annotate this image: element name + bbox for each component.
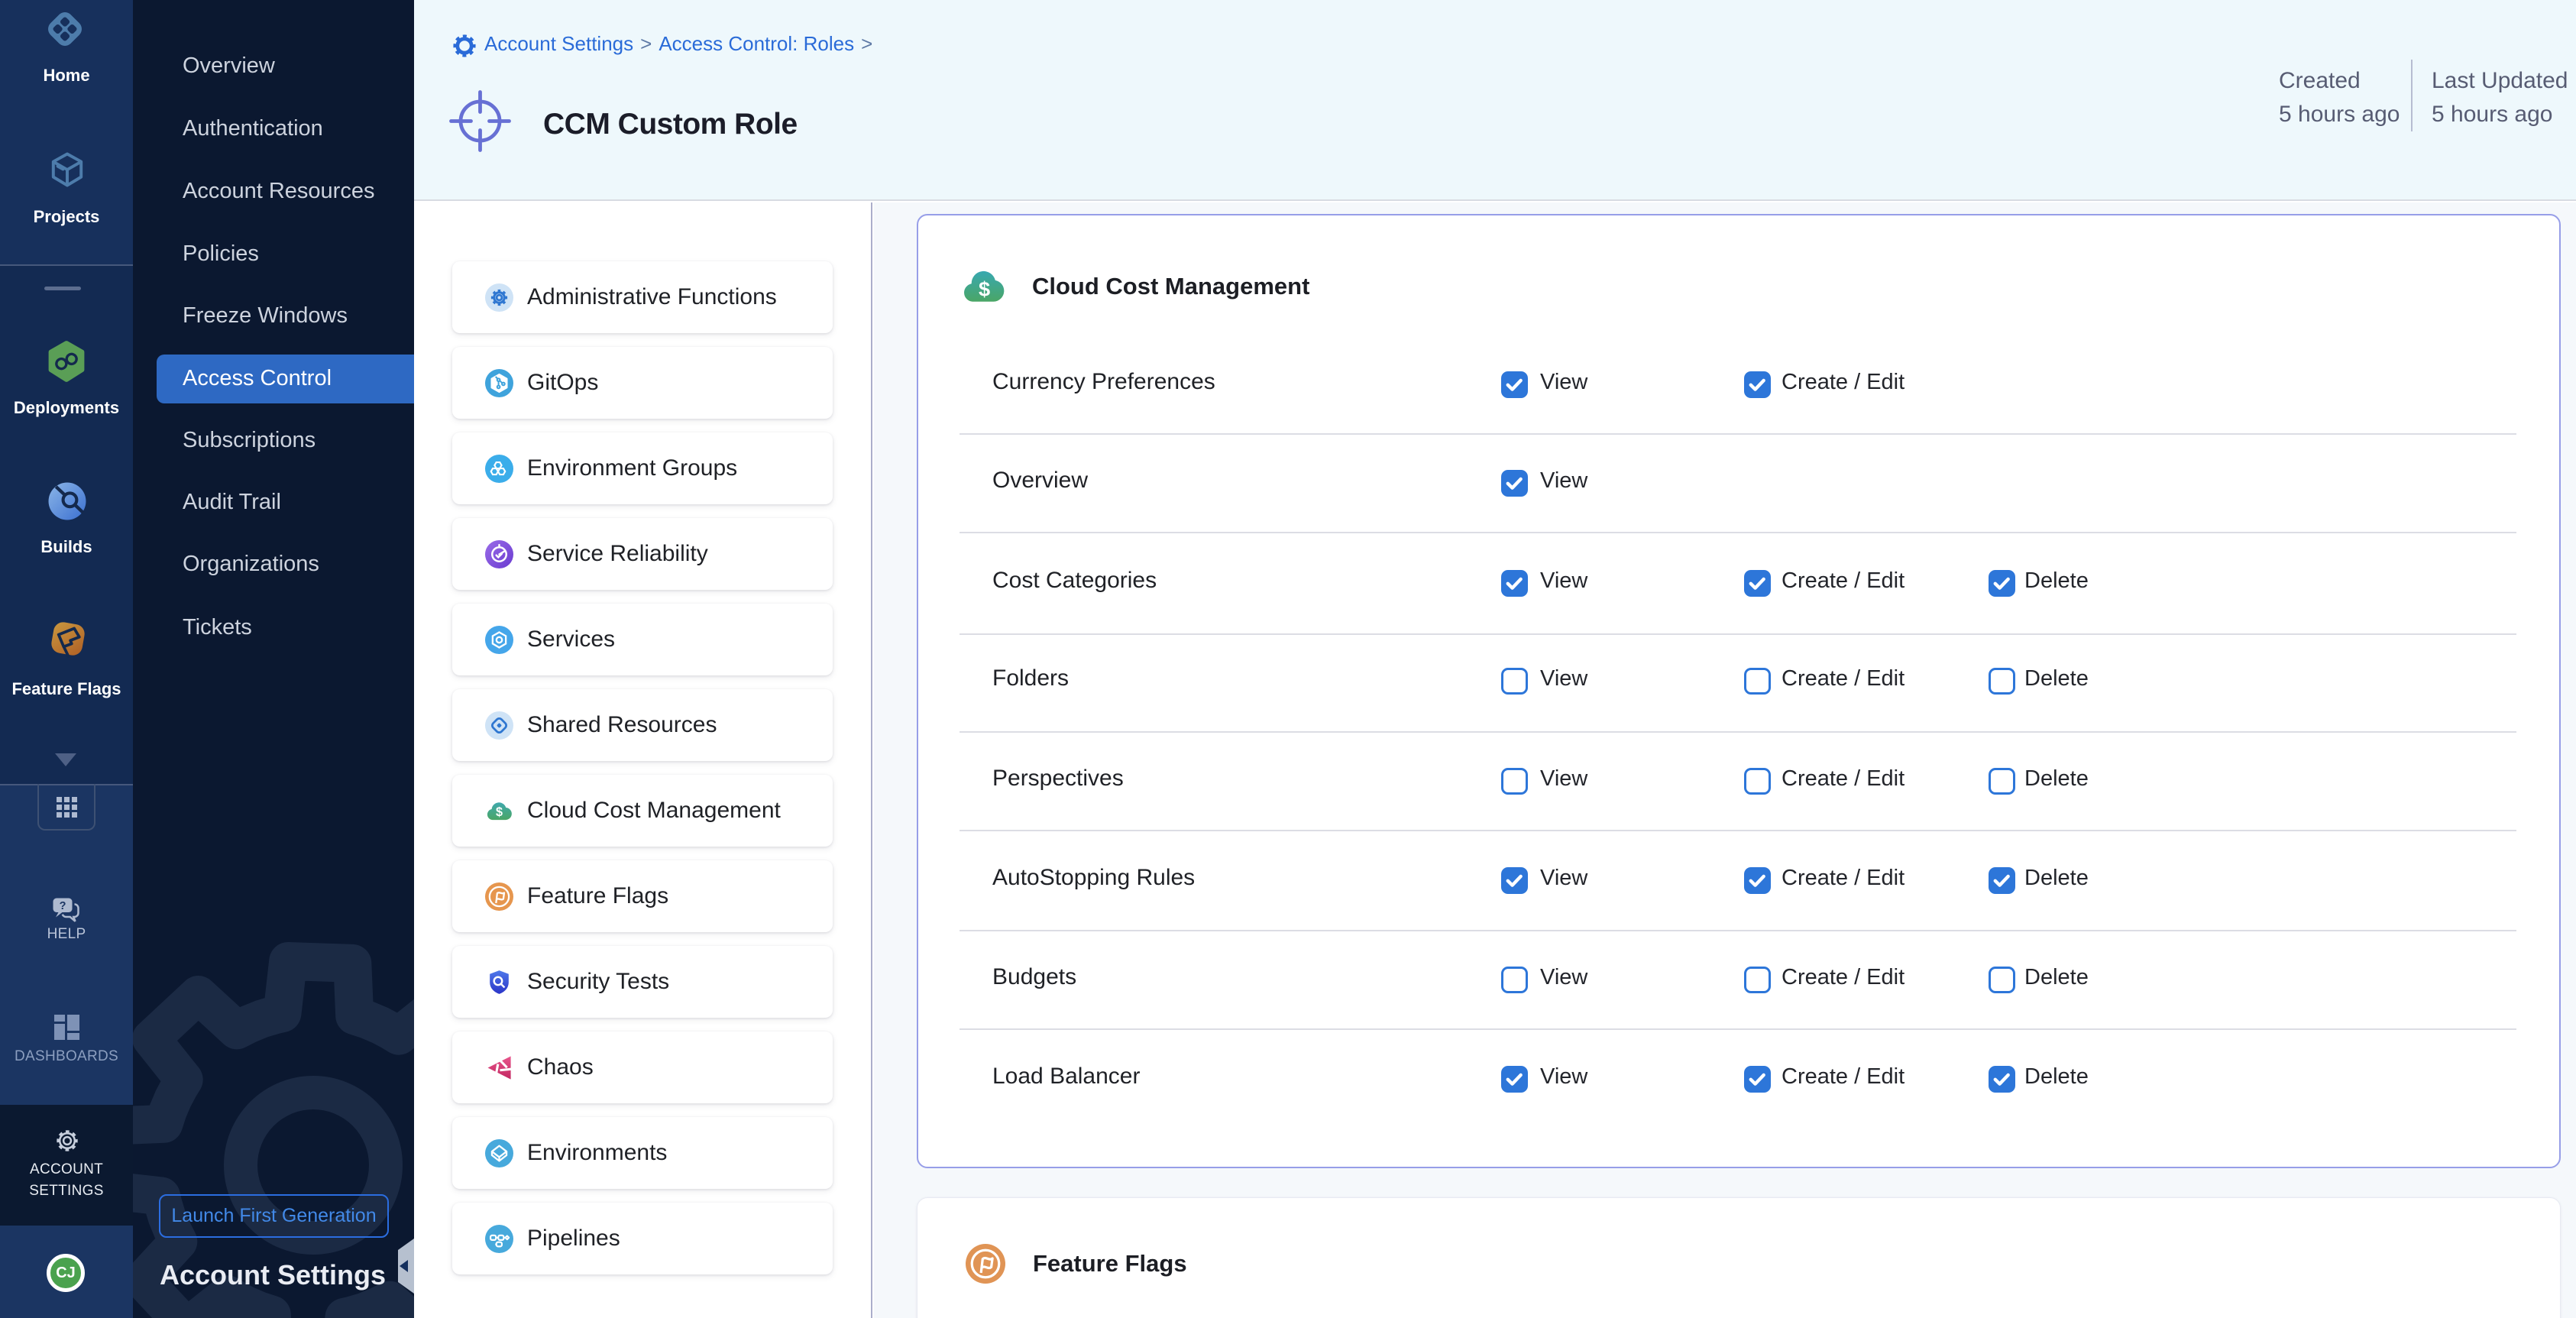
svg-text:$: $ xyxy=(496,805,503,819)
svg-text:?: ? xyxy=(60,900,66,912)
svg-text:$: $ xyxy=(979,277,990,301)
